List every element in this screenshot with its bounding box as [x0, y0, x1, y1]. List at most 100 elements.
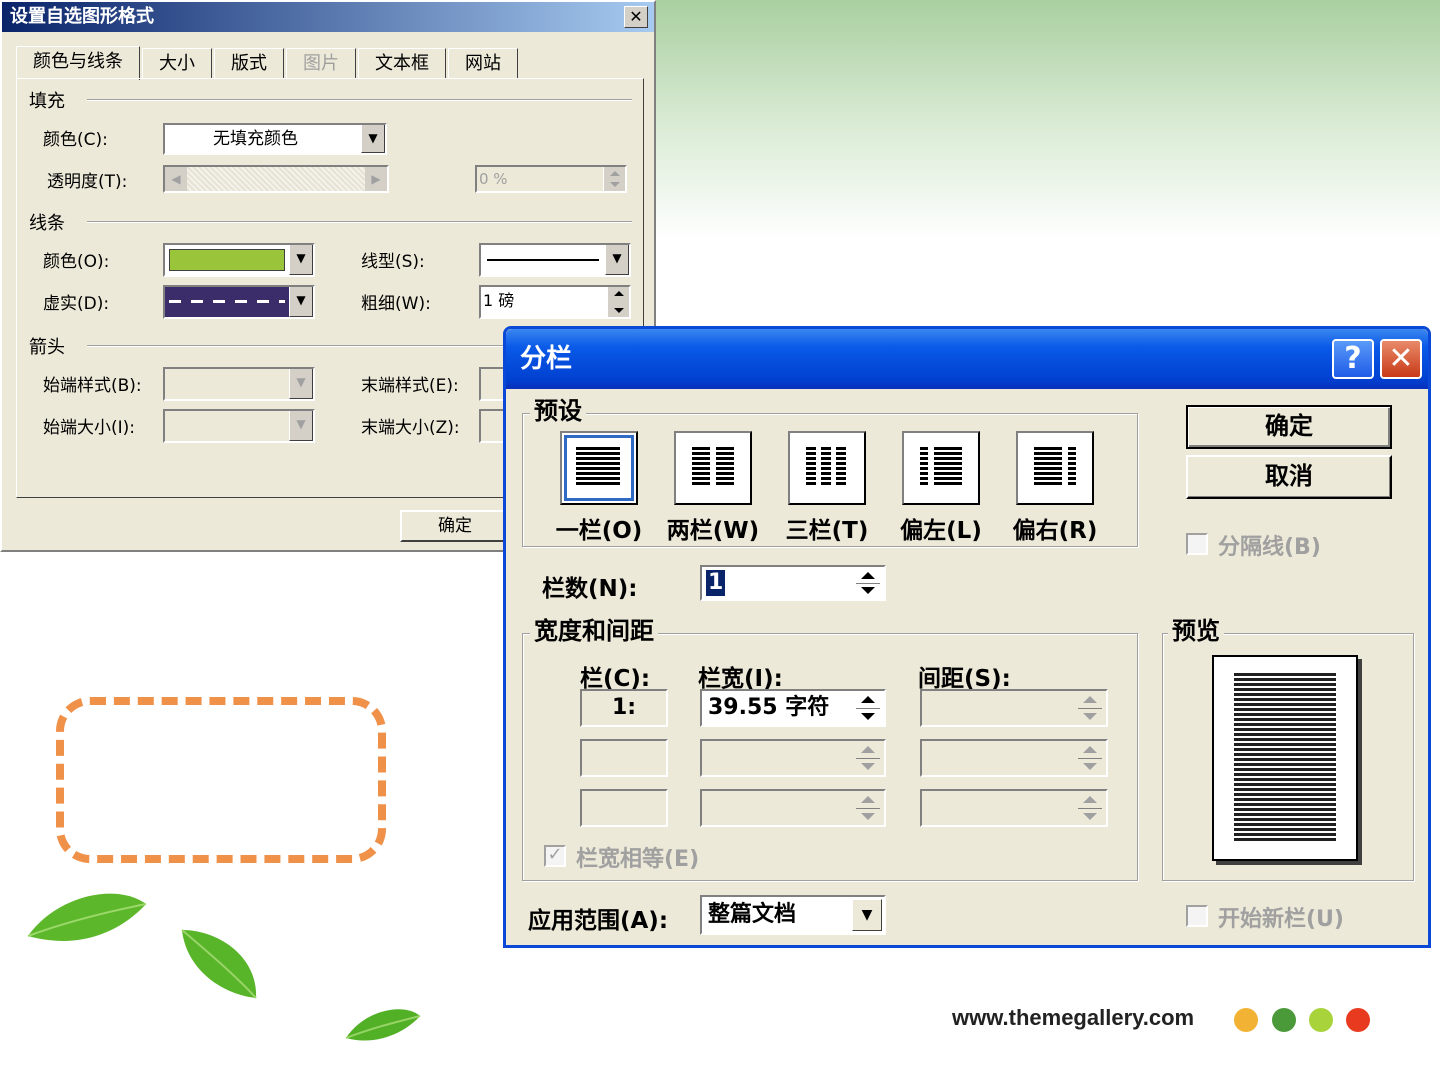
column-number-cell: 1: — [580, 689, 668, 727]
spacing-header: 间距(S): — [918, 666, 1011, 692]
line-style-dropdown[interactable]: ▼ — [479, 243, 631, 277]
transparency-slider[interactable]: ◀ ▶ — [163, 165, 389, 193]
presets-group-label: 预设 — [530, 397, 586, 425]
color-dot — [1309, 1008, 1333, 1032]
preset-right[interactable] — [1016, 431, 1094, 505]
spinner-arrows-icon[interactable] — [607, 287, 629, 317]
preset-three-columns[interactable] — [788, 431, 866, 505]
equal-width-label: 栏宽相等(E) — [576, 847, 700, 872]
cancel-button[interactable]: 取消 — [1186, 455, 1392, 499]
close-icon[interactable]: ✕ — [624, 6, 648, 28]
col-header: 栏(C): — [580, 666, 651, 692]
tab-textbox[interactable]: 文本框 — [358, 48, 446, 78]
equal-width-checkbox[interactable]: ✓ — [544, 845, 566, 867]
apply-value: 整篇文档 — [708, 902, 797, 927]
fill-color-dropdown[interactable]: 无填充颜色 ▼ — [163, 123, 387, 155]
end-size-label: 末端大小(Z): — [361, 418, 460, 438]
column-width-spinner[interactable]: 39.55 字符 — [700, 689, 886, 727]
num-columns-spinner[interactable]: 1 — [700, 565, 886, 601]
column-spacing-spinner[interactable] — [920, 689, 1108, 727]
chevron-down-icon[interactable]: ▼ — [289, 411, 313, 441]
apply-label: 应用范围(A): — [528, 908, 669, 934]
leaf-icon — [345, 1009, 421, 1041]
column-width-spinner[interactable] — [700, 739, 886, 777]
preset-label: 偏左(L) — [900, 518, 982, 544]
dash-dropdown[interactable]: ▼ — [163, 285, 315, 319]
dashed-rounded-rectangle — [56, 697, 386, 863]
format-ok-button[interactable]: 确定 — [400, 510, 510, 542]
row1-col: 1: — [612, 695, 637, 720]
one-column-icon — [576, 447, 620, 487]
color-dot — [1234, 1008, 1258, 1032]
preview-page — [1212, 655, 1358, 861]
chevron-down-icon[interactable]: ▼ — [289, 287, 313, 317]
begin-style-dropdown[interactable]: ▼ — [163, 367, 315, 401]
tab-size[interactable]: 大小 — [142, 48, 212, 78]
chevron-down-icon[interactable]: ▼ — [289, 369, 313, 399]
spinner-arrows-icon[interactable] — [852, 791, 884, 825]
format-tabs: 颜色与线条 大小 版式 图片 文本框 网站 — [16, 46, 520, 80]
chevron-left-icon[interactable]: ◀ — [165, 167, 187, 191]
column-spacing-spinner[interactable] — [920, 789, 1108, 827]
line-color-swatch — [169, 249, 285, 271]
spinner-arrows-icon[interactable] — [852, 567, 884, 599]
preview-group-label: 预览 — [1168, 617, 1224, 645]
columns-dialog-titlebar: 分栏 ? ✕ — [506, 329, 1428, 389]
chevron-down-icon[interactable]: ▼ — [852, 899, 882, 931]
separator-checkbox[interactable] — [1186, 533, 1208, 555]
spinner-arrows-icon[interactable] — [1074, 741, 1106, 775]
chevron-down-icon[interactable]: ▼ — [289, 245, 313, 275]
preset-label: 偏右(R) — [1012, 518, 1098, 544]
begin-size-label: 始端大小(I): — [43, 418, 136, 438]
tab-layout[interactable]: 版式 — [214, 48, 284, 78]
preset-one-column[interactable] — [560, 431, 638, 505]
chevron-right-icon[interactable]: ▶ — [365, 167, 387, 191]
arrow-group-label: 箭头 — [29, 337, 65, 358]
begin-size-dropdown[interactable]: ▼ — [163, 409, 315, 443]
spinner-arrows-icon[interactable] — [852, 741, 884, 775]
format-dialog-titlebar: 设置自选图形格式 ✕ — [2, 2, 654, 32]
column-spacing-spinner[interactable] — [920, 739, 1108, 777]
right-column-icon — [1034, 447, 1062, 487]
start-new-column-checkbox[interactable] — [1186, 905, 1208, 927]
apply-to-dropdown[interactable]: 整篇文档 ▼ — [700, 895, 886, 935]
spinner-arrows-icon[interactable] — [852, 691, 884, 725]
divider — [87, 221, 632, 223]
ok-button[interactable]: 确定 — [1186, 405, 1392, 449]
transparency-label: 透明度(T): — [47, 172, 128, 192]
tab-colors-lines[interactable]: 颜色与线条 — [16, 46, 140, 80]
transparency-spinner[interactable]: 0 % — [475, 165, 627, 193]
two-columns-icon — [692, 447, 710, 487]
chevron-down-icon[interactable]: ▼ — [605, 245, 629, 275]
preset-left[interactable] — [902, 431, 980, 505]
left-column-icon — [920, 447, 928, 487]
fill-color-label: 颜色(C): — [43, 130, 108, 150]
fill-group-label: 填充 — [29, 91, 65, 112]
line-style-label: 线型(S): — [361, 252, 425, 272]
line-group-label: 线条 — [29, 213, 65, 234]
close-icon[interactable]: ✕ — [1380, 339, 1422, 379]
help-icon[interactable]: ? — [1332, 339, 1374, 379]
spinner-arrows-icon[interactable] — [1074, 691, 1106, 725]
leaf-icon — [27, 893, 147, 941]
tab-picture: 图片 — [286, 48, 356, 78]
weight-label: 粗细(W): — [361, 294, 431, 314]
column-bar — [836, 447, 846, 487]
preset-two-columns[interactable] — [674, 431, 752, 505]
preset-label: 三栏(T) — [785, 518, 869, 544]
transparency-value: 0 % — [479, 170, 508, 188]
line-color-dropdown[interactable]: ▼ — [163, 243, 315, 277]
column-bar — [934, 447, 962, 487]
column-width-spinner[interactable] — [700, 789, 886, 827]
chevron-down-icon[interactable]: ▼ — [361, 125, 385, 153]
tab-web[interactable]: 网站 — [448, 48, 518, 78]
leaf-icon — [181, 929, 257, 999]
width-header: 栏宽(I): — [698, 666, 783, 692]
preset-label: 两栏(W) — [666, 518, 760, 544]
spinner-arrows-icon[interactable] — [1074, 791, 1106, 825]
weight-spinner[interactable]: 1 磅 — [479, 285, 631, 319]
columns-dialog: 分栏 ? ✕ 预设 一栏(O) 两栏(W) 三栏(T) 偏左(L) 偏右(R) … — [503, 326, 1431, 948]
preset-label: 一栏(O) — [555, 518, 643, 544]
spinner-arrows-icon[interactable] — [603, 167, 625, 191]
num-columns-label: 栏数(N): — [542, 576, 638, 602]
